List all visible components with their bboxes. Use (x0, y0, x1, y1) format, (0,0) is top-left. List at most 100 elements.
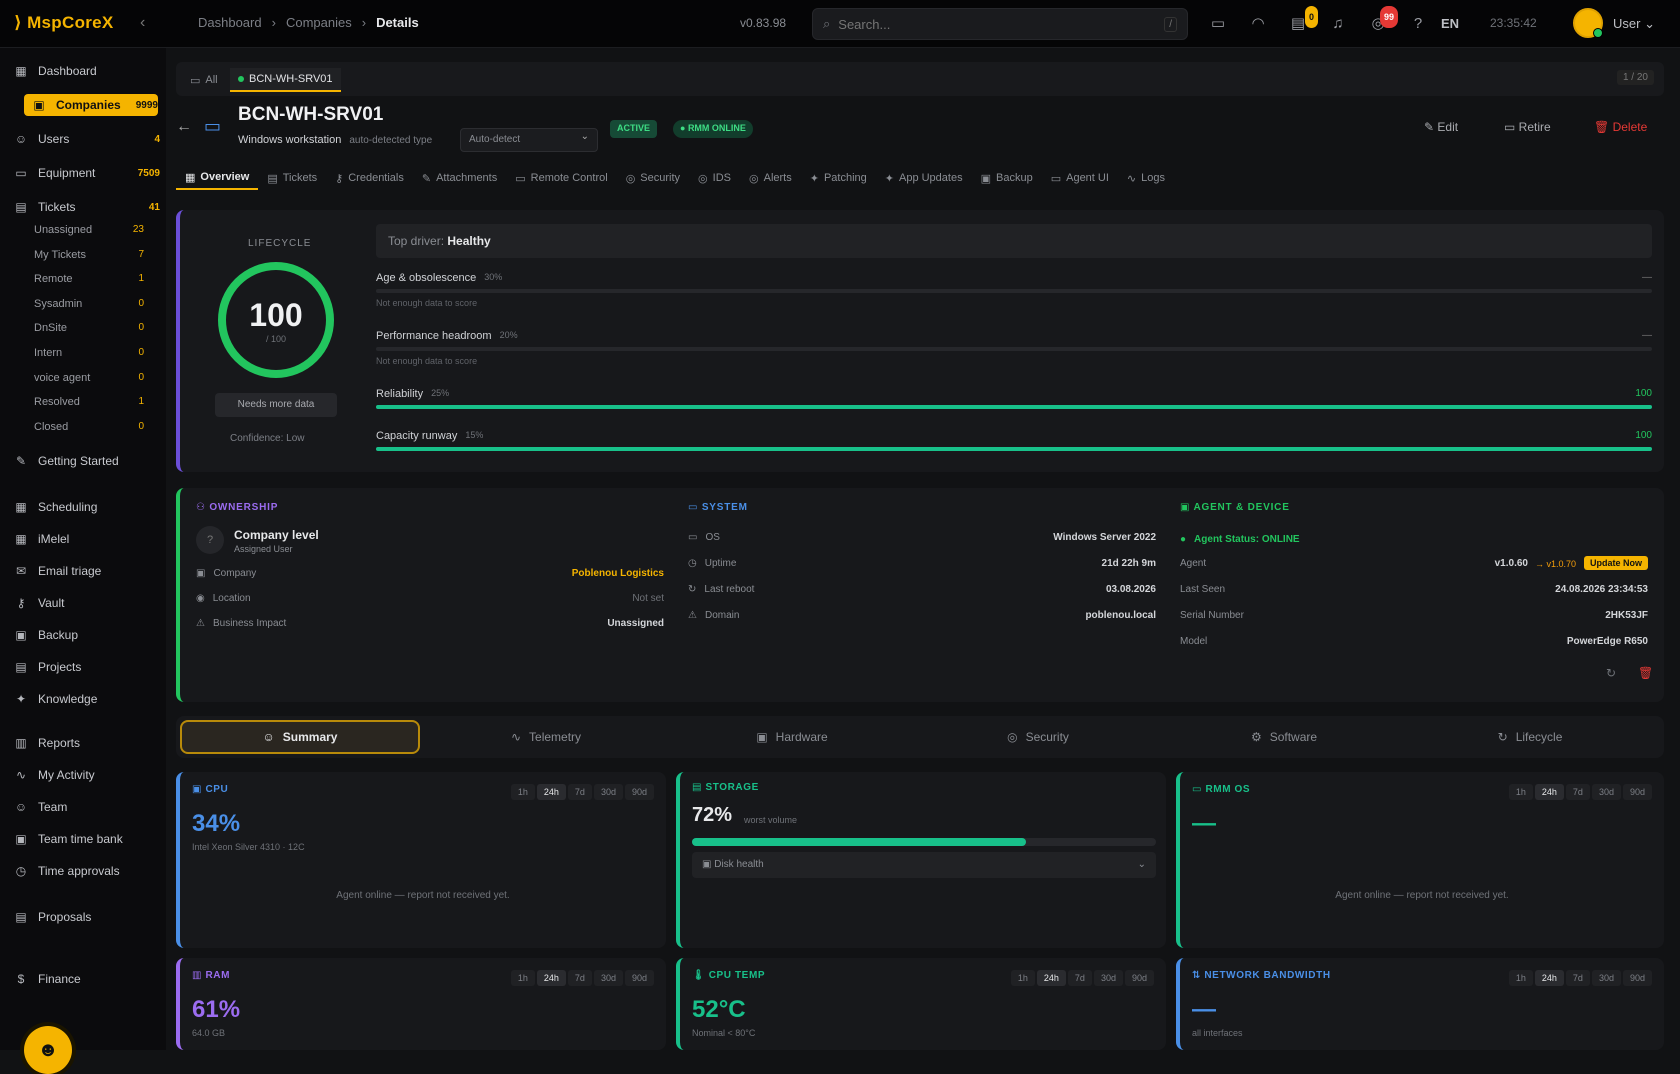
trash-icon[interactable]: 🗑 (1638, 666, 1653, 680)
sidebar-subitem[interactable]: DnSite 0 (34, 322, 144, 334)
subtab-software[interactable]: ⚙ Software (1164, 720, 1404, 754)
breadcrumb-companies[interactable]: Companies (286, 15, 352, 30)
range-7d[interactable]: 7d (1565, 784, 1590, 800)
sidebar-item-proposals[interactable]: ▤ Proposals (14, 906, 160, 928)
sidebar-item-scheduling[interactable]: ▦ Scheduling (14, 496, 160, 518)
sidebar-item-equipment[interactable]: ▭ Equipment 7509 (14, 162, 160, 184)
range-90d[interactable]: 90d (624, 970, 654, 986)
edit-button[interactable]: ✎ Edit (1424, 120, 1458, 134)
range-1h[interactable]: 1h (1508, 970, 1533, 986)
tab-backup[interactable]: ▣ Backup (972, 166, 1042, 190)
tab-counter[interactable]: 1 / 20 (1616, 70, 1654, 85)
range-7d[interactable]: 7d (567, 970, 592, 986)
chat-icon[interactable]: ▭ (1208, 14, 1228, 34)
tab-credentials[interactable]: ⚷ Credentials (326, 166, 413, 190)
tab-security[interactable]: ◎ Security (617, 166, 689, 190)
range-90d[interactable]: 90d (624, 784, 654, 800)
sidebar-subitem[interactable]: voice agent 0 (34, 372, 144, 384)
range-1h[interactable]: 1h (510, 970, 535, 986)
range-90d[interactable]: 90d (1622, 970, 1652, 986)
headset-icon[interactable]: ◠ (1248, 14, 1268, 34)
sidebar-item-dashboard[interactable]: ▦ Dashboard (14, 60, 160, 82)
range-24h[interactable]: 24h (536, 784, 566, 800)
tab-app-updates[interactable]: ✦ App Updates (876, 166, 972, 190)
range-7d[interactable]: 7d (567, 784, 592, 800)
range-30d[interactable]: 30d (1591, 970, 1621, 986)
collapse-sidebar-icon[interactable]: ‹ (140, 14, 145, 32)
range-30d[interactable]: 30d (1093, 970, 1123, 986)
range-7d[interactable]: 7d (1067, 970, 1092, 986)
sidebar-subitem[interactable]: My Tickets 7 (34, 249, 144, 261)
breadcrumb-dashboard[interactable]: Dashboard (198, 15, 262, 30)
sidebar-item-companies[interactable]: ▣ Companies 9999 (24, 94, 158, 116)
disk-health-toggle[interactable]: ▣ Disk health ⌄ (692, 852, 1156, 878)
sidebar-subitem[interactable]: Closed 0 (34, 421, 144, 433)
tab-remote-control[interactable]: ▭ Remote Control (506, 166, 616, 190)
sidebar-item-backup[interactable]: ▣ Backup (14, 624, 160, 646)
alerts-icon[interactable]: ◎ 99 (1368, 6, 1398, 34)
tab-overview[interactable]: ▦ Overview (176, 166, 259, 190)
sidebar-item-vault[interactable]: ⚷ Vault (14, 592, 160, 614)
sidebar-item-tickets[interactable]: ▤ Tickets 41 (14, 196, 160, 218)
range-30d[interactable]: 30d (593, 970, 623, 986)
range-24h[interactable]: 24h (536, 970, 566, 986)
range-1h[interactable]: 1h (510, 784, 535, 800)
range-1h[interactable]: 1h (1010, 970, 1035, 986)
tab-ids[interactable]: ◎ IDS (689, 166, 740, 190)
tab-agent-ui[interactable]: ▭ Agent UI (1042, 166, 1118, 190)
range-24h[interactable]: 24h (1036, 970, 1066, 986)
app-logo[interactable]: ⟩ MspCoreX (14, 13, 114, 33)
sidebar-subitem[interactable]: Resolved 1 (34, 396, 144, 408)
sidebar-item-team-time-bank[interactable]: ▣ Team time bank (14, 828, 160, 850)
subtab-lifecycle[interactable]: ↻ Lifecycle (1410, 720, 1650, 754)
sidebar-subitem[interactable]: Sysadmin 0 (34, 298, 144, 310)
update-agent-button[interactable]: Update Now (1583, 556, 1648, 570)
sidebar-item-time-approvals[interactable]: ◷ Time approvals (14, 860, 160, 882)
help-icon[interactable]: ? (1408, 14, 1428, 34)
sidebar-item-reports[interactable]: ▥ Reports (14, 732, 160, 754)
tab-attachments[interactable]: ✎ Attachments (413, 166, 506, 190)
bell-icon[interactable]: ♫ (1328, 14, 1348, 34)
user-menu[interactable]: User ⌄ (1613, 16, 1655, 32)
sidebar-subitem[interactable]: Unassigned 23 (34, 224, 144, 236)
sidebar-item-users[interactable]: ☺ Users 4 (14, 128, 160, 150)
sidebar-subitem[interactable]: Intern 0 (34, 347, 144, 359)
language-switch[interactable]: EN (1441, 16, 1459, 31)
window-tab-device[interactable]: BCN-WH-SRV01 (230, 68, 341, 92)
sidebar-item-team[interactable]: ☺ Team (14, 796, 160, 818)
subtab-hardware[interactable]: ▣ Hardware (672, 720, 912, 754)
subtab-security[interactable]: ◎ Security (918, 720, 1158, 754)
retire-button[interactable]: ▭ Retire (1504, 120, 1551, 134)
device-type-select[interactable]: Auto-detect (460, 128, 598, 152)
search-input[interactable] (838, 16, 1157, 32)
range-7d[interactable]: 7d (1565, 970, 1590, 986)
sidebar-item-knowledge[interactable]: ✦ Knowledge (14, 688, 160, 710)
user-avatar[interactable] (1573, 8, 1603, 38)
range-30d[interactable]: 30d (593, 784, 623, 800)
sidebar-item-finance[interactable]: $ Finance (14, 968, 160, 990)
sidebar-item-my-activity[interactable]: ∿ My Activity (14, 764, 160, 786)
window-tab-all[interactable]: ▭ All (182, 68, 226, 92)
sidebar-item-imelel[interactable]: ▦ iMelel (14, 528, 160, 550)
tab-logs[interactable]: ∿ Logs (1118, 166, 1174, 190)
range-90d[interactable]: 90d (1124, 970, 1154, 986)
subtab-telemetry[interactable]: ∿ Telemetry (426, 720, 666, 754)
sidebar-item-email-triage[interactable]: ✉ Email triage (14, 560, 160, 582)
sidebar-item-getting-started[interactable]: ✎ Getting Started (14, 450, 160, 472)
subtab-summary[interactable]: ☺ Summary (180, 720, 420, 754)
range-1h[interactable]: 1h (1508, 784, 1533, 800)
range-24h[interactable]: 24h (1534, 970, 1564, 986)
refresh-icon[interactable]: ↻ (1606, 666, 1616, 680)
range-90d[interactable]: 90d (1622, 784, 1652, 800)
sidebar-subitem[interactable]: Remote 1 (34, 273, 144, 285)
tab-alerts[interactable]: ◎ Alerts (740, 166, 801, 190)
tab-patching[interactable]: ✦ Patching (801, 166, 876, 190)
tab-tickets[interactable]: ▤ Tickets (258, 166, 326, 190)
back-arrow-icon[interactable]: ← (176, 118, 192, 136)
sidebar-item-projects[interactable]: ▤ Projects (14, 656, 160, 678)
range-24h[interactable]: 24h (1534, 784, 1564, 800)
range-30d[interactable]: 30d (1591, 784, 1621, 800)
delete-button[interactable]: 🗑 Delete (1594, 120, 1647, 134)
assistant-button[interactable]: ☻ (24, 1026, 72, 1074)
tickets-icon[interactable]: ▤ 0 (1288, 6, 1318, 34)
